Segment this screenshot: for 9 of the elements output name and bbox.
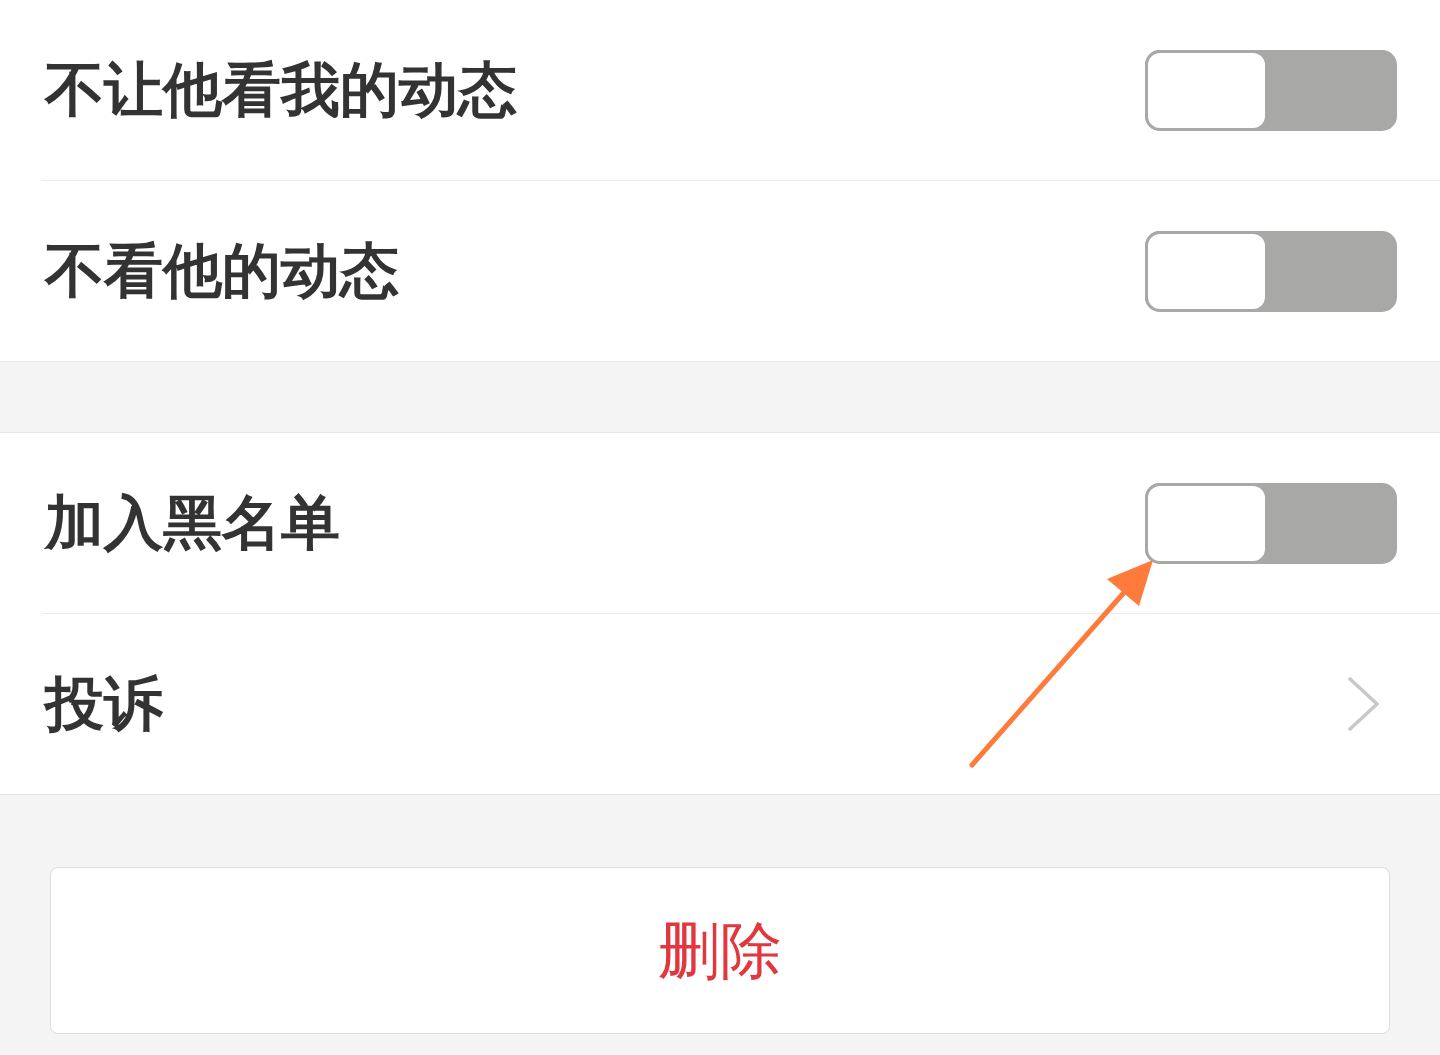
setting-label: 投诉	[45, 668, 163, 740]
setting-label: 不看他的动态	[45, 235, 399, 307]
delete-button[interactable]: 删除	[50, 867, 1390, 1034]
toggle-switch[interactable]	[1145, 49, 1397, 131]
setting-label: 不让他看我的动态	[45, 54, 517, 126]
toggle-switch[interactable]	[1145, 482, 1397, 564]
setting-label: 加入黑名单	[45, 487, 340, 559]
toggle-switch[interactable]	[1145, 230, 1397, 312]
chevron-right-icon[interactable]	[1346, 675, 1380, 733]
